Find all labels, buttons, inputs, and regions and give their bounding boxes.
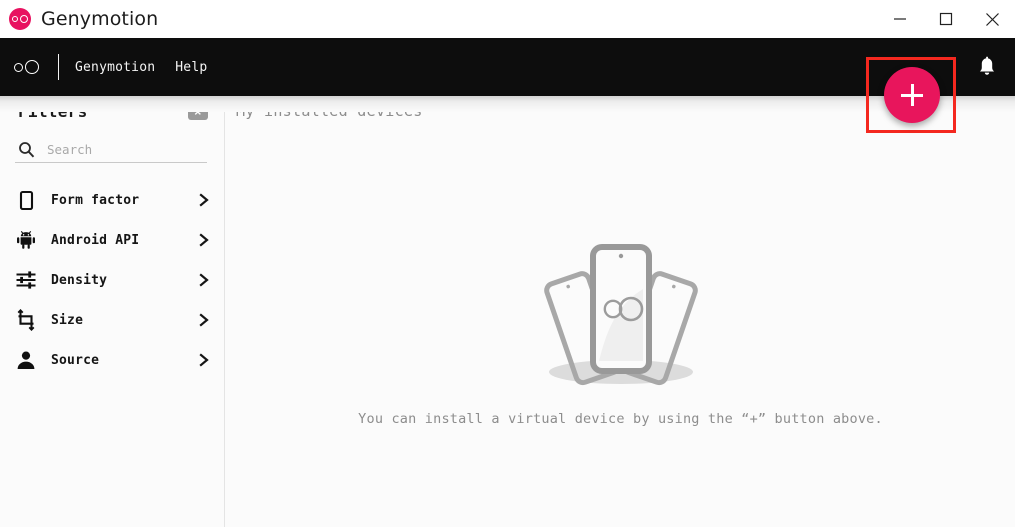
sidebar-item-size[interactable]: Size [0, 300, 225, 340]
sidebar-item-label: Source [51, 352, 100, 368]
window-title: Genymotion [41, 8, 159, 30]
genymotion-mark-icon [14, 56, 44, 78]
sidebar-item-label: Size [51, 312, 84, 328]
empty-state-caption: You can install a virtual device by usin… [358, 410, 883, 427]
app-toolbar: Genymotion Help [0, 38, 1015, 96]
chevron-right-icon [197, 233, 211, 247]
chevron-right-icon [197, 313, 211, 327]
logo-small-circle [12, 16, 18, 22]
close-icon [985, 12, 999, 26]
search-field[interactable] [15, 136, 207, 163]
minimize-button[interactable] [877, 0, 923, 38]
close-button[interactable] [969, 0, 1015, 38]
add-device-button[interactable] [884, 67, 940, 123]
window-controls [877, 0, 1015, 38]
filters-sidebar: Filters Search Form factor Android API D… [0, 96, 225, 527]
sidebar-item-label: Form factor [51, 192, 140, 208]
genymotion-window: Genymotion Genymotion Help Filters Searc… [0, 0, 1015, 527]
mark-big-circle [25, 60, 39, 74]
chevron-right-icon [197, 273, 211, 287]
mark-small-circle [14, 62, 23, 72]
genymotion-logo-icon [9, 8, 31, 30]
clear-filters-button[interactable] [188, 103, 208, 120]
toolbar-menu: Genymotion Help [73, 56, 209, 79]
crop-resize-icon [14, 308, 38, 332]
clear-filters-icon [194, 108, 201, 115]
chevron-right-icon [197, 193, 211, 207]
sidebar-item-android-api[interactable]: Android API [0, 220, 225, 260]
person-icon [14, 348, 38, 372]
filters-header: Filters [18, 102, 208, 121]
bell-icon [979, 56, 995, 75]
logo-big-circle [19, 14, 28, 24]
search-icon [15, 138, 37, 160]
toolbar-divider [58, 54, 59, 80]
three-phones-illustration [521, 237, 721, 387]
maximize-icon [939, 12, 953, 26]
tune-sliders-icon [14, 268, 38, 292]
notifications-button[interactable] [973, 53, 1001, 81]
sidebar-item-density[interactable]: Density [0, 260, 225, 300]
body-area: Filters Search Form factor Android API D… [0, 96, 1015, 527]
title-bar: Genymotion [0, 0, 1015, 38]
devices-content: My installed devices You can install a v… [226, 96, 1015, 527]
sidebar-item-source[interactable]: Source [0, 340, 225, 380]
sidebar-item-label: Density [51, 272, 108, 288]
sidebar-item-label: Android API [51, 232, 140, 248]
filter-list: Form factor Android API Density Size Sou… [0, 180, 225, 380]
minimize-icon [894, 18, 906, 20]
maximize-button[interactable] [923, 0, 969, 38]
chevron-right-icon [197, 353, 211, 367]
sidebar-item-form-factor[interactable]: Form factor [0, 180, 225, 220]
search-input[interactable] [47, 141, 197, 157]
filters-title: Filters [18, 102, 88, 121]
empty-state: You can install a virtual device by usin… [226, 96, 1015, 527]
android-icon [14, 228, 38, 252]
menu-item-help[interactable]: Help [173, 56, 209, 79]
menu-item-genymotion[interactable]: Genymotion [73, 56, 157, 79]
plus-icon-vertical [910, 84, 914, 106]
phone-icon [14, 188, 38, 212]
